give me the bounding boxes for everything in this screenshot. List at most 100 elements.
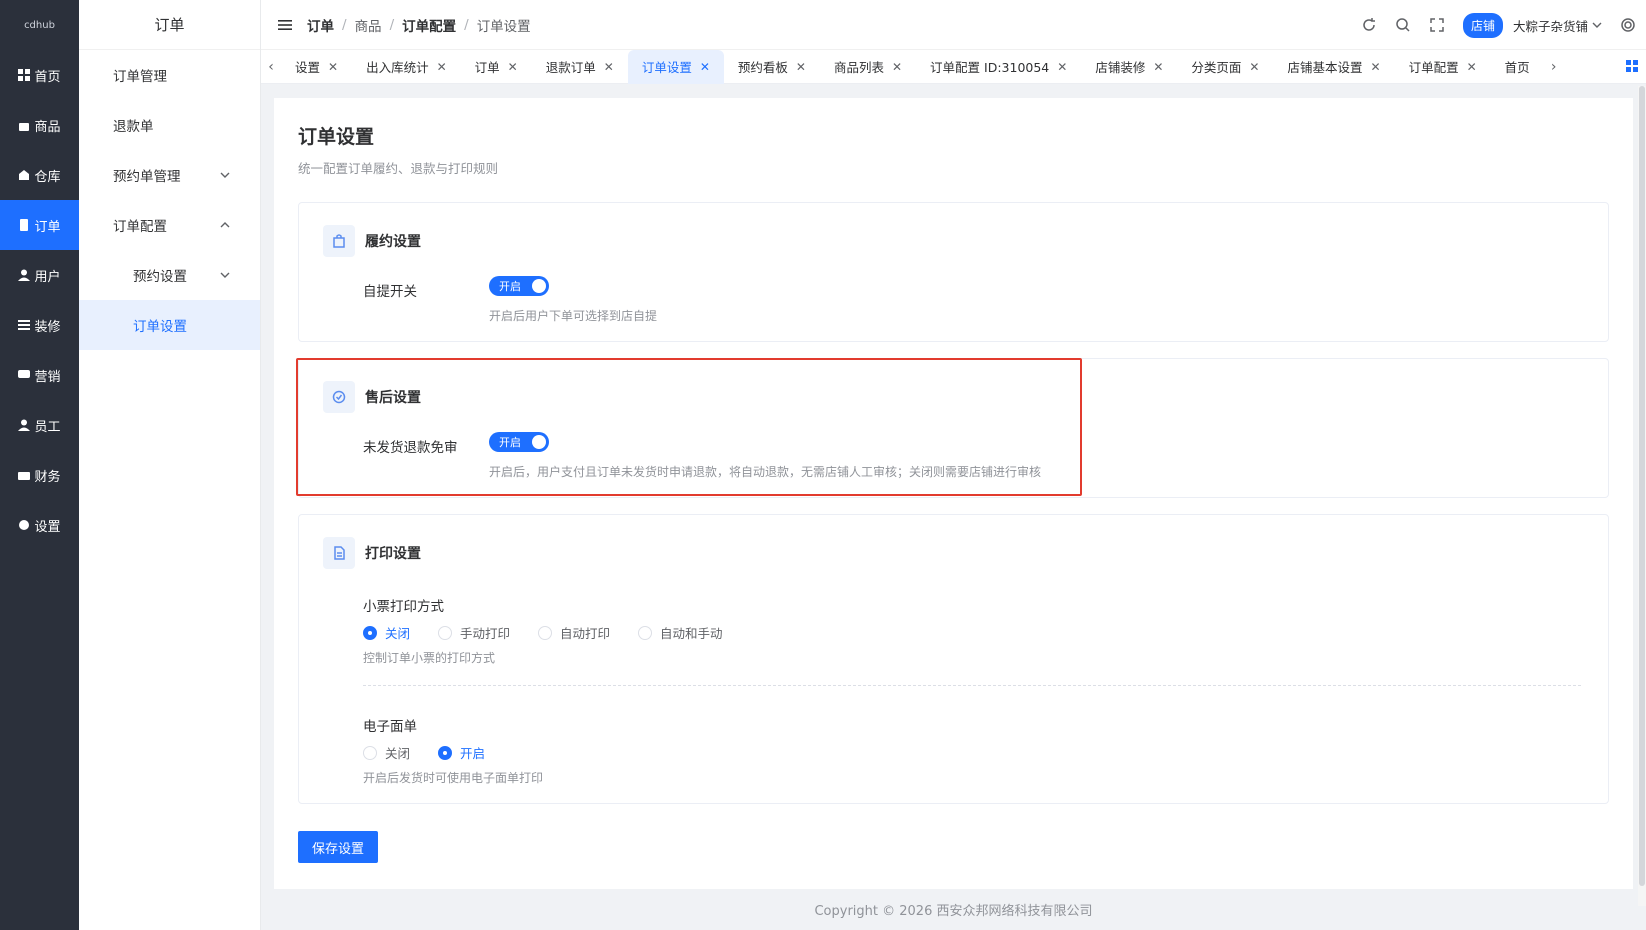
waybill-option-off[interactable]: 关闭	[363, 743, 410, 762]
tab-label: 退款订单	[545, 60, 596, 75]
tab-label: 订单	[474, 60, 500, 75]
tab-order-config-id[interactable]: 订单配置 ID:310054 ✕	[916, 50, 1081, 84]
receipt-option-off[interactable]: 关闭	[363, 623, 410, 642]
gear-icon[interactable]	[1620, 17, 1636, 33]
close-icon[interactable]: ✕	[1249, 60, 1259, 74]
close-icon[interactable]: ✕	[437, 60, 447, 74]
rail-item-staff[interactable]: 员工	[0, 400, 79, 450]
bag-icon	[19, 123, 30, 131]
receipt-print-hint: 控制订单小票的打印方式	[363, 651, 496, 665]
rail-item-decorate[interactable]: 装修	[0, 300, 79, 350]
rail-item-settings[interactable]: 设置	[0, 500, 79, 550]
waybill-option-on[interactable]: 开启	[438, 743, 485, 762]
radio-label: 关闭	[385, 626, 411, 641]
submenu-item-reservation-manage[interactable]: 预约单管理	[79, 150, 260, 200]
auto-refund-switch[interactable]: 开启	[489, 432, 549, 452]
rail-item-home[interactable]: 首页	[0, 50, 79, 100]
grid-icon	[18, 69, 31, 81]
tab-refund-order[interactable]: 退款订单 ✕	[532, 50, 628, 84]
tab-label: 订单配置 ID:310054	[930, 60, 1050, 75]
breadcrumb: 订单 / 商品 / 订单配置 / 订单设置	[307, 15, 531, 35]
close-icon[interactable]: ✕	[1057, 60, 1067, 74]
pickup-switch[interactable]: 开启	[489, 276, 549, 296]
submenu-item-label: 预约单管理	[113, 169, 181, 185]
search-icon[interactable]	[1395, 17, 1411, 33]
receipt-option-manual[interactable]: 手动打印	[438, 623, 510, 642]
radio-dot	[438, 625, 453, 640]
close-icon[interactable]: ✕	[892, 60, 902, 74]
close-icon[interactable]: ✕	[796, 60, 806, 74]
tab-scroll-left-icon[interactable]: ‹	[261, 50, 281, 84]
tab-stock-stats[interactable]: 出入库统计 ✕	[352, 50, 461, 84]
tab-order-config[interactable]: 订单配置 ✕	[1395, 50, 1491, 84]
rail-item-goods[interactable]: 商品	[0, 100, 79, 150]
radio-label: 开启	[460, 746, 486, 761]
submenu-item-order-manage[interactable]: 订单管理	[79, 50, 260, 100]
refresh-icon[interactable]	[1361, 17, 1377, 33]
close-icon[interactable]: ✕	[508, 60, 518, 74]
tab-scroll-right-icon[interactable]: ›	[1544, 50, 1564, 84]
rail-item-label: 首页	[34, 69, 61, 85]
receipt-print-label: 小票打印方式	[363, 599, 444, 615]
close-icon[interactable]: ✕	[328, 60, 338, 74]
tab-home[interactable]: 首页	[1491, 50, 1544, 84]
submenu-item-refund[interactable]: 退款单	[79, 100, 260, 150]
radio-dot	[638, 625, 653, 640]
submenu-item-order-settings[interactable]: 订单设置	[79, 300, 260, 350]
tab-label: 店铺基本设置	[1287, 60, 1363, 75]
footer-copyright: Copyright © 2026 西安众邦网络科技有限公司	[814, 904, 1093, 919]
menu-toggle-icon[interactable]	[277, 17, 293, 33]
receipt-print-options: 关闭 手动打印 自动打印 自动和手动	[363, 623, 723, 642]
print-section: 打印设置 小票打印方式 关闭 手动打印 自动打印 自动和手动 控制订单小票的打印…	[298, 514, 1609, 804]
rail-item-label: 设置	[34, 519, 61, 535]
user-icon	[18, 269, 31, 281]
rail-item-warehouse[interactable]: 仓库	[0, 150, 79, 200]
breadcrumb-item[interactable]: 商品	[355, 15, 382, 35]
tab-settings[interactable]: 设置 ✕	[281, 50, 352, 84]
scrollbar-thumb[interactable]	[1639, 86, 1645, 886]
waybill-hint: 开启后发货时可使用电子面单打印	[363, 771, 544, 785]
receipt-option-auto[interactable]: 自动打印	[538, 623, 610, 642]
close-icon[interactable]: ✕	[700, 60, 710, 74]
tab-reservation-board[interactable]: 预约看板 ✕	[724, 50, 820, 84]
breadcrumb-separator: /	[389, 16, 395, 33]
rail-item-finance[interactable]: 财务	[0, 450, 79, 500]
breadcrumb-item[interactable]: 订单配置	[402, 15, 456, 35]
app-logo: cdhub	[24, 19, 55, 31]
rail-item-user[interactable]: 用户	[0, 250, 79, 300]
aftersale-section: 售后设置 未发货退款免审 开启 开启后，用户支付且订单未发货时申请退款，将自动退…	[298, 358, 1609, 498]
fullscreen-icon[interactable]	[1429, 17, 1445, 33]
divider	[363, 685, 1581, 686]
close-icon[interactable]: ✕	[1467, 60, 1477, 74]
close-icon[interactable]: ✕	[1153, 60, 1163, 74]
shopping-bag-icon	[323, 225, 355, 257]
close-icon[interactable]: ✕	[604, 60, 614, 74]
tab-shop-basic-settings[interactable]: 店铺基本设置 ✕	[1273, 50, 1394, 84]
shop-switcher[interactable]: 大粽子杂货铺	[1513, 16, 1602, 35]
auto-refund-label: 未发货退款免审	[363, 440, 458, 456]
tab-order[interactable]: 订单 ✕	[461, 50, 532, 84]
document-icon	[20, 219, 29, 231]
page-subtitle: 统一配置订单履约、退款与打印规则	[298, 161, 499, 176]
grid-icon[interactable]	[1626, 60, 1638, 72]
breadcrumb-item[interactable]: 订单	[307, 15, 334, 35]
tab-goods-list[interactable]: 商品列表 ✕	[820, 50, 916, 84]
submenu-item-order-config[interactable]: 订单配置	[79, 200, 260, 250]
radio-dot	[438, 745, 453, 760]
tab-order-settings[interactable]: 订单设置 ✕	[627, 49, 724, 84]
rail-item-marketing[interactable]: 营销	[0, 350, 79, 400]
tab-shop-decorate[interactable]: 店铺装修 ✕	[1081, 50, 1177, 84]
close-icon[interactable]: ✕	[1371, 60, 1381, 74]
radio-label: 自动和手动	[660, 626, 723, 641]
main-nav-rail: cdhub 首页 商品 仓库 订单 用户 装修 营销 员工 财务 设置	[0, 0, 79, 930]
submenu-item-reservation-settings[interactable]: 预约设置	[79, 250, 260, 300]
page-scrollbar[interactable]	[1638, 86, 1646, 906]
chevron-down-icon	[220, 172, 230, 178]
rail-item-order[interactable]: 订单	[0, 200, 79, 250]
shop-name: 大粽子杂货铺	[1512, 18, 1588, 34]
save-button[interactable]: 保存设置	[298, 831, 378, 863]
radio-label: 自动打印	[560, 626, 611, 641]
section-header: 售后设置	[323, 381, 421, 413]
receipt-option-both[interactable]: 自动和手动	[638, 623, 723, 642]
tab-category-page[interactable]: 分类页面 ✕	[1177, 50, 1273, 84]
